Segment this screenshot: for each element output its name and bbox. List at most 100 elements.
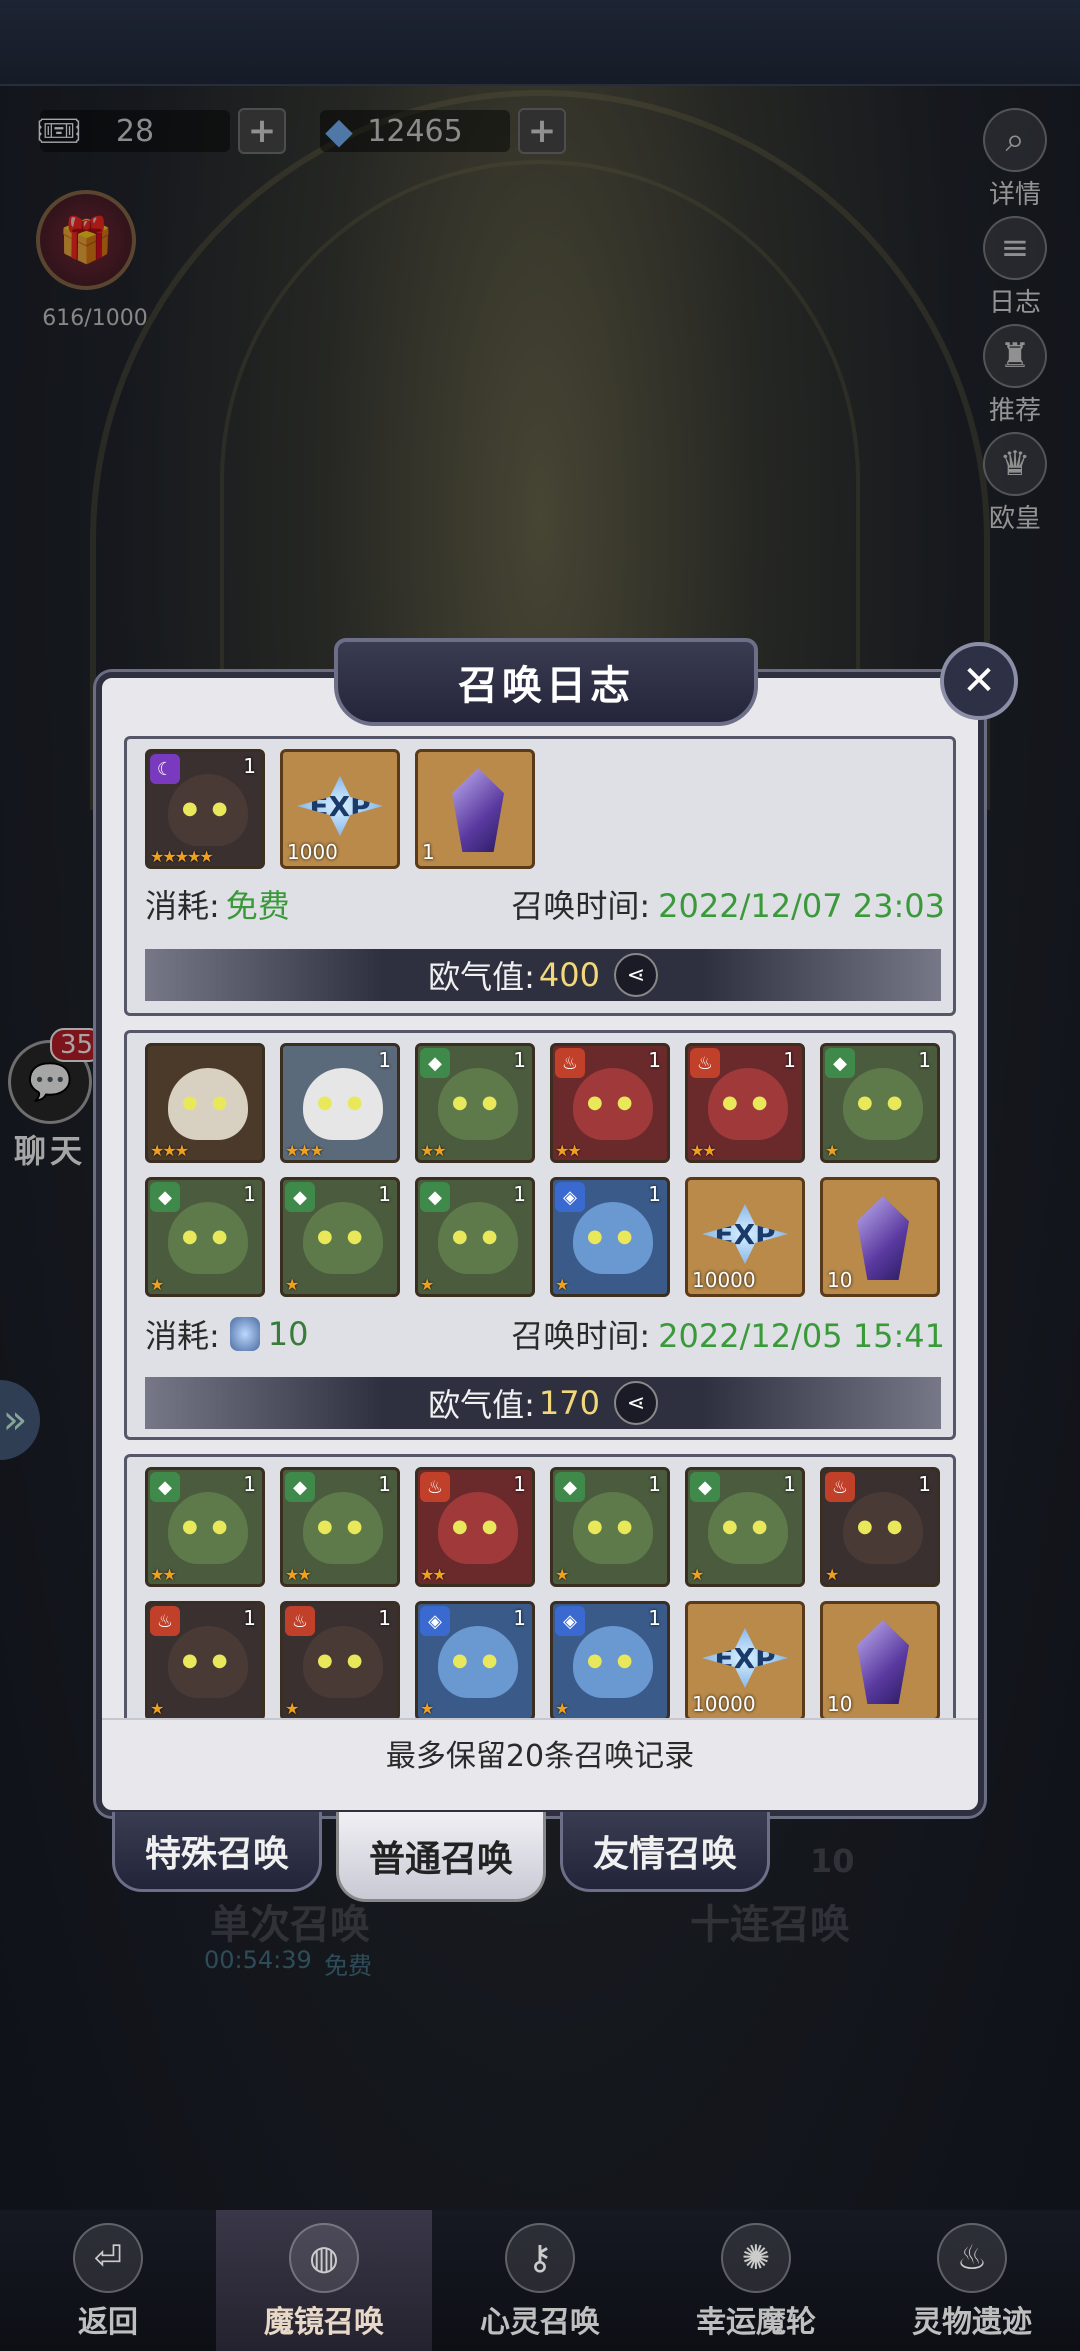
item-quantity: 10: [827, 1268, 853, 1292]
luck-bar: 欧气值: 170 ⋖: [145, 1377, 941, 1429]
item-count: 1: [243, 1472, 256, 1496]
cost-amount: 10: [267, 1315, 309, 1353]
bottom-nav: ⏎ 返回 ◍ 魔镜召唤 ⚷ 心灵召唤 ✺ 幸运魔轮 ♨ 灵物遗迹: [0, 2210, 1080, 2351]
nav-soul-summon[interactable]: ⚷ 心灵召唤: [432, 2210, 648, 2351]
hero-eyes: ●●: [722, 1516, 782, 1537]
hero-eyes: ●●: [182, 1650, 242, 1671]
close-button[interactable]: ✕: [940, 642, 1018, 720]
element-icon: ◆: [285, 1472, 315, 1502]
hero-card[interactable]: ●● ★★★: [145, 1043, 265, 1163]
hero-card[interactable]: ●● ◆ 1 ★: [280, 1177, 400, 1297]
hero-card[interactable]: ●● ♨ 1 ★: [280, 1601, 400, 1720]
item-count: 1: [513, 1182, 526, 1206]
element-icon: ◈: [555, 1606, 585, 1636]
summon-tabs: 特殊召唤 普通召唤 友情召唤: [112, 1812, 972, 1908]
item-count: 1: [918, 1048, 931, 1072]
luck-value: 400: [538, 956, 600, 994]
hero-card[interactable]: ●● ◆ 1 ★: [145, 1177, 265, 1297]
hero-card[interactable]: ●● ◆ 1 ★★: [280, 1467, 400, 1587]
share-icon[interactable]: ⋖: [613, 1381, 658, 1425]
crystal-item[interactable]: 10: [820, 1177, 940, 1297]
scroll-currency-icon: [229, 1317, 260, 1351]
nav-lucky-wheel[interactable]: ✺ 幸运魔轮: [648, 2210, 864, 2351]
time-label: 召唤时间:: [511, 887, 651, 925]
hero-card[interactable]: ●● ♨ 1 ★: [145, 1601, 265, 1720]
nav-mirror-summon[interactable]: ◍ 魔镜召唤: [216, 2210, 432, 2351]
entry-items: ●● ★★★ ●● 1 ★★★ ●● ◆ 1 ★★ ●● ♨ 1 ★★ ●● ♨ 1 ★★ ●● ◆ 1 ★ ●● ◆ 1 ★ ●…: [127, 1043, 956, 1297]
item-count: 1: [513, 1472, 526, 1496]
hero-eyes: ●●: [452, 1650, 512, 1671]
hero-card[interactable]: ●● ◆ 1 ★: [550, 1467, 670, 1587]
share-icon[interactable]: ⋖: [613, 953, 658, 997]
luck-label: 欧气值:: [428, 958, 535, 996]
entry-meta: 消耗: 免费 召唤时间: 2022/12/07 23:03: [145, 881, 945, 927]
tab-friendship-summon[interactable]: 友情召唤: [560, 1812, 770, 1892]
item-quantity: 10000: [692, 1268, 756, 1292]
exp-item[interactable]: EXP 10000: [685, 1177, 805, 1297]
star-rating: ★: [285, 1275, 299, 1294]
item-count: 1: [243, 1606, 256, 1630]
element-icon: ◆: [555, 1472, 585, 1502]
hero-eyes: ●●: [182, 1092, 242, 1113]
element-icon: ♨: [420, 1472, 450, 1502]
crystal-icon: [857, 1620, 909, 1704]
nav-return[interactable]: ⏎ 返回: [0, 2210, 216, 2351]
exp-item[interactable]: EXP 1000: [280, 749, 400, 869]
hero-card[interactable]: ●● ♨ 1 ★★: [415, 1467, 535, 1587]
nav-spirit-ruins[interactable]: ♨ 灵物遗迹: [864, 2210, 1080, 2351]
tab-normal-summon[interactable]: 普通召唤: [336, 1812, 546, 1902]
element-icon: ◆: [690, 1472, 720, 1502]
hero-eyes: ●●: [317, 1516, 377, 1537]
hero-card[interactable]: ●● ◆ 1 ★: [820, 1043, 940, 1163]
exp-icon: EXP: [702, 1628, 788, 1688]
hero-card[interactable]: ●● ◆ 1 ★: [415, 1177, 535, 1297]
nav-spirit-ruins-label: 灵物遗迹: [912, 2305, 1032, 2340]
hero-card[interactable]: ●● ♨ 1 ★★: [685, 1043, 805, 1163]
nav-soul-summon-label: 心灵召唤: [480, 2305, 600, 2340]
item-count: 1: [918, 1472, 931, 1496]
hero-eyes: ●●: [182, 798, 242, 819]
hero-card[interactable]: ●● ◆ 1 ★★: [415, 1043, 535, 1163]
star-rating: ★: [555, 1275, 569, 1294]
item-count: 1: [243, 754, 256, 778]
star-rating: ★: [150, 1275, 164, 1294]
tab-special-summon[interactable]: 特殊召唤: [112, 1812, 322, 1892]
hero-eyes: ●●: [587, 1226, 647, 1247]
item-quantity: 1000: [287, 840, 338, 864]
element-icon: ◆: [150, 1182, 180, 1212]
star-rating: ★★: [420, 1565, 447, 1584]
hero-eyes: ●●: [587, 1650, 647, 1671]
crystal-item[interactable]: 10: [820, 1601, 940, 1720]
hero-eyes: ●●: [452, 1092, 512, 1113]
time-value: 2022/12/05 15:41: [658, 1317, 945, 1355]
hero-card[interactable]: ●● 1 ★★★: [280, 1043, 400, 1163]
luck-value: 170: [538, 1384, 600, 1422]
hero-card[interactable]: ●● ◈ 1 ★: [550, 1177, 670, 1297]
crystal-icon: [857, 1196, 909, 1280]
hero-card[interactable]: ●● ◆ 1 ★: [685, 1467, 805, 1587]
star-rating: ★: [420, 1699, 434, 1718]
hero-card[interactable]: ●● ◈ 1 ★: [415, 1601, 535, 1720]
star-rating: ★★: [690, 1141, 717, 1160]
hero-card[interactable]: ●● ♨ 1 ★: [820, 1467, 940, 1587]
summon-log-list[interactable]: ●● ☾ 1 ★★★★★ EXP 1000 1 消耗: 免费 召唤时间: 2022/12/07…: [124, 736, 956, 1720]
hero-card[interactable]: ●● ♨ 1 ★★: [550, 1043, 670, 1163]
summon-time: 召唤时间: 2022/12/07 23:03: [511, 881, 945, 927]
element-icon: ◆: [150, 1472, 180, 1502]
star-rating: ★★: [420, 1141, 447, 1160]
star-rating: ★★★: [150, 1141, 189, 1160]
cost-label: 消耗:: [145, 887, 220, 925]
star-rating: ★: [420, 1275, 434, 1294]
star-rating: ★: [555, 1565, 569, 1584]
hero-eyes: ●●: [722, 1092, 782, 1113]
crystal-icon: [452, 768, 504, 852]
hero-card[interactable]: ●● ◈ 1 ★: [550, 1601, 670, 1720]
item-quantity: 10000: [692, 1692, 756, 1716]
hero-card[interactable]: ●● ◆ 1 ★★: [145, 1467, 265, 1587]
star-rating: ★: [825, 1565, 839, 1584]
hero-card[interactable]: ●● ☾ 1 ★★★★★: [145, 749, 265, 869]
log-entry: ●● ◆ 1 ★★ ●● ◆ 1 ★★ ●● ♨ 1 ★★ ●● ◆ 1 ★ ●● ◆ 1 ★ ●● ♨ 1 ★ ●● ♨ 1 ★ ●●…: [124, 1454, 956, 1720]
element-icon: ☾: [150, 754, 180, 784]
exp-item[interactable]: EXP 10000: [685, 1601, 805, 1720]
crystal-item[interactable]: 1: [415, 749, 535, 869]
